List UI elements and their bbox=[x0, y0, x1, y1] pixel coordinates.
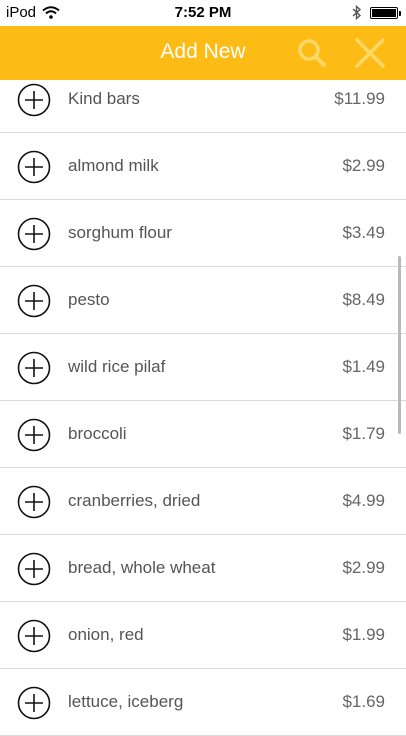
search-icon bbox=[298, 39, 326, 67]
close-icon bbox=[355, 38, 385, 68]
status-right bbox=[352, 5, 401, 20]
plus-circle-icon bbox=[17, 217, 51, 251]
list-item[interactable]: almond milk $2.99 bbox=[0, 133, 406, 200]
item-name: pesto bbox=[68, 290, 110, 309]
bluetooth-icon bbox=[352, 5, 362, 20]
plus-circle-icon bbox=[17, 284, 51, 318]
status-time: 7:52 PM bbox=[174, 4, 232, 21]
add-item-button[interactable] bbox=[17, 83, 51, 117]
add-item-button[interactable] bbox=[17, 217, 51, 251]
scrollbar[interactable] bbox=[398, 256, 401, 434]
add-item-button[interactable] bbox=[17, 150, 51, 184]
list-item[interactable]: cranberries, dried $4.99 bbox=[0, 468, 406, 535]
item-name: lettuce, iceberg bbox=[68, 692, 184, 711]
plus-circle-icon bbox=[17, 351, 51, 385]
add-item-button[interactable] bbox=[17, 284, 51, 318]
item-name: onion, red bbox=[68, 625, 144, 644]
add-item-button[interactable] bbox=[17, 619, 51, 653]
status-bar: iPod 7:52 PM bbox=[0, 0, 406, 26]
plus-circle-icon bbox=[17, 686, 51, 720]
item-name: almond milk bbox=[68, 156, 159, 175]
item-price: $11.99 bbox=[334, 89, 385, 108]
add-item-button[interactable] bbox=[17, 686, 51, 720]
item-name: cranberries, dried bbox=[68, 491, 201, 510]
item-name: sorghum flour bbox=[68, 223, 172, 242]
list-item[interactable]: pesto $8.49 bbox=[0, 267, 406, 334]
add-item-button[interactable] bbox=[17, 418, 51, 452]
item-price: $1.79 bbox=[342, 424, 385, 443]
list-item[interactable]: bread, whole wheat $2.99 bbox=[0, 535, 406, 602]
item-price: $1.69 bbox=[342, 692, 385, 711]
list-item[interactable]: onion, red $1.99 bbox=[0, 602, 406, 669]
plus-circle-icon bbox=[17, 150, 51, 184]
item-price: $2.99 bbox=[342, 558, 385, 577]
list-item[interactable]: lettuce, iceberg $1.69 bbox=[0, 669, 406, 736]
item-price: $1.99 bbox=[342, 625, 385, 644]
list-item[interactable]: Kind bars $11.99 bbox=[0, 66, 406, 133]
page-title: Add New bbox=[160, 40, 246, 63]
close-button[interactable] bbox=[354, 37, 386, 69]
item-name: wild rice pilaf bbox=[68, 357, 166, 376]
item-price: $4.99 bbox=[342, 491, 385, 510]
battery-icon bbox=[370, 6, 401, 19]
item-price: $2.99 bbox=[342, 156, 385, 175]
item-name: broccoli bbox=[68, 424, 127, 443]
list-item[interactable]: broccoli $1.79 bbox=[0, 401, 406, 468]
add-item-button[interactable] bbox=[17, 351, 51, 385]
plus-circle-icon bbox=[17, 619, 51, 653]
item-price: $3.49 bbox=[342, 223, 385, 242]
list-item[interactable]: wild rice pilaf $1.49 bbox=[0, 334, 406, 401]
item-list: Kind bars $11.99 almond milk $2.99 sorghum f… bbox=[0, 66, 406, 736]
plus-circle-icon bbox=[17, 83, 51, 117]
plus-circle-icon bbox=[17, 485, 51, 519]
item-price: $8.49 bbox=[342, 290, 385, 309]
item-name: bread, whole wheat bbox=[68, 558, 216, 577]
plus-circle-icon bbox=[17, 552, 51, 586]
add-item-button[interactable] bbox=[17, 485, 51, 519]
list-item[interactable]: sorghum flour $3.49 bbox=[0, 200, 406, 267]
item-price: $1.49 bbox=[342, 357, 385, 376]
plus-circle-icon bbox=[17, 418, 51, 452]
add-item-button[interactable] bbox=[17, 552, 51, 586]
search-button[interactable] bbox=[296, 37, 328, 69]
item-name: Kind bars bbox=[68, 89, 140, 108]
